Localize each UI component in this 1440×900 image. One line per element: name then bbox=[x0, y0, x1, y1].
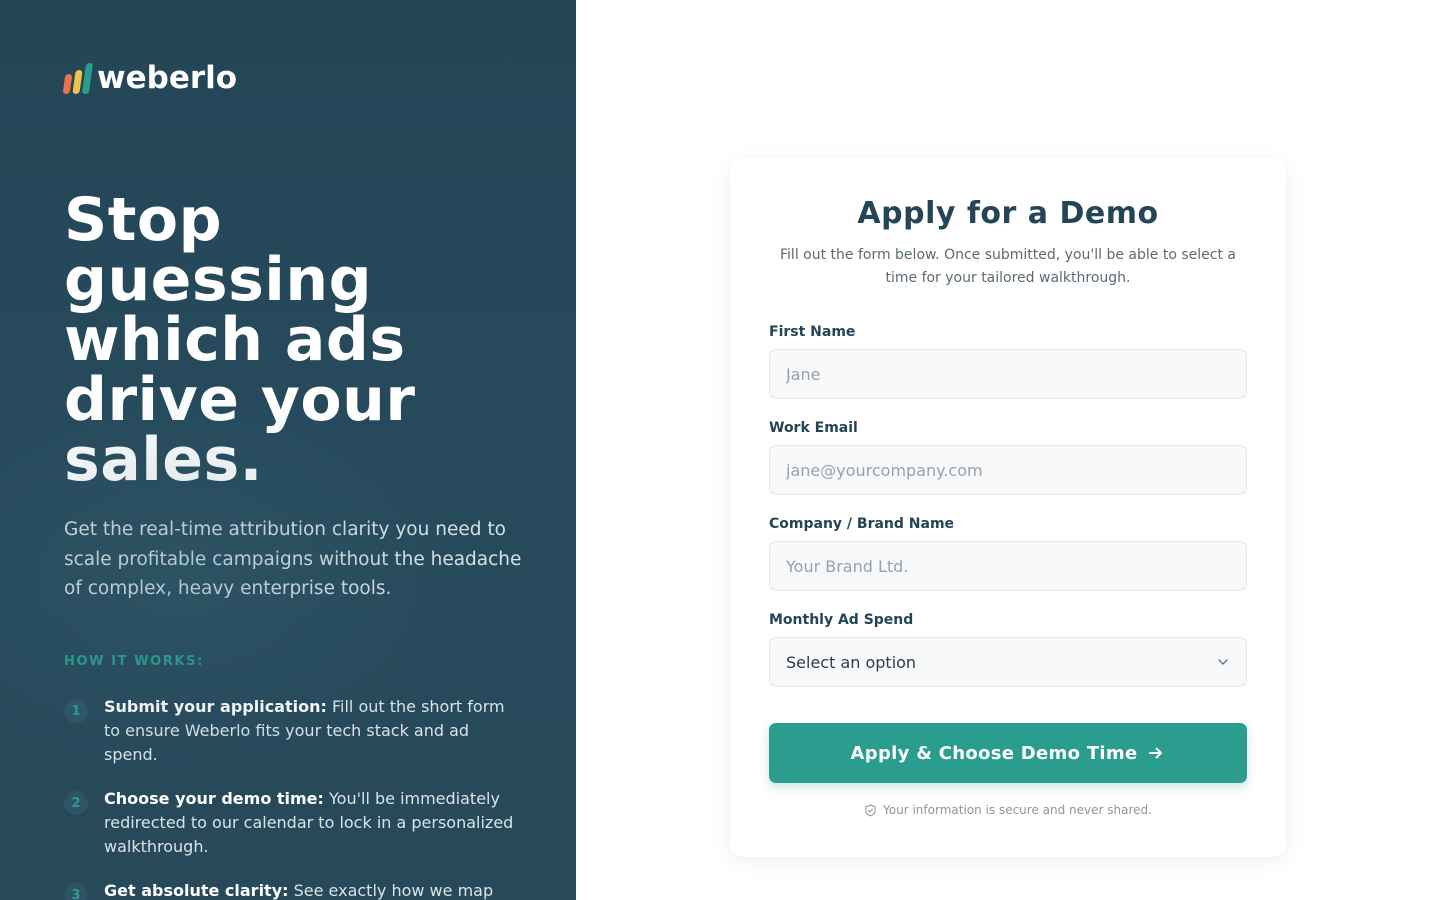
hero-title: Stop guessing which ads drive your sales… bbox=[64, 185, 416, 495]
brand-name: weberlo bbox=[97, 59, 238, 96]
chevron-down-icon bbox=[1218, 659, 1228, 665]
step-title: Submit your application: bbox=[104, 697, 327, 716]
step-text: Get absolute clarity: See exactly how we… bbox=[104, 879, 493, 900]
step-title: Choose your demo time: bbox=[104, 789, 324, 808]
step-number: 2 bbox=[64, 791, 88, 815]
first-name-input[interactable] bbox=[769, 349, 1247, 399]
secure-note-text: Your information is secure and never sha… bbox=[883, 803, 1152, 817]
form-subtitle: Fill out the form below. Once submitted,… bbox=[780, 247, 1236, 286]
hero-subtitle: Get the real-time attribution clarity yo… bbox=[64, 519, 522, 599]
submit-button-label: Apply & Choose Demo Time bbox=[850, 742, 1138, 764]
step-description: See exactly how we map bbox=[288, 881, 494, 900]
ad-spend-selected-value: Select an option bbox=[786, 652, 917, 672]
ad-spend-select[interactable]: Select an option bbox=[769, 637, 1247, 687]
brand-logo[interactable]: weberlo bbox=[62, 59, 238, 96]
step-text: Submit your application: Fill out the sh… bbox=[104, 695, 524, 767]
step-item: 2 Choose your demo time: You'll be immed… bbox=[64, 787, 524, 859]
work-email-input[interactable] bbox=[769, 445, 1247, 495]
arrow-right-icon bbox=[1149, 747, 1163, 759]
step-text: Choose your demo time: You'll be immedia… bbox=[104, 787, 524, 859]
apply-submit-button[interactable]: Apply & Choose Demo Time bbox=[769, 723, 1247, 783]
step-item: 3 Get absolute clarity: See exactly how … bbox=[64, 879, 524, 900]
demo-form: Apply for a Demo Fill out the form below… bbox=[730, 158, 1286, 857]
logo-bars-icon bbox=[62, 62, 94, 94]
company-label: Company / Brand Name bbox=[769, 516, 955, 532]
company-input[interactable] bbox=[769, 541, 1247, 591]
hero-panel: weberlo Stop guessing which ads drive yo… bbox=[0, 0, 576, 900]
work-email-label: Work Email bbox=[769, 420, 858, 436]
shield-check-icon bbox=[865, 804, 876, 816]
step-item: 1 Submit your application: Fill out the … bbox=[64, 695, 524, 767]
step-number: 3 bbox=[64, 883, 88, 900]
ad-spend-label: Monthly Ad Spend bbox=[769, 612, 914, 628]
how-it-works-steps: 1 Submit your application: Fill out the … bbox=[64, 695, 524, 900]
form-title: Apply for a Demo bbox=[857, 196, 1159, 231]
step-title: Get absolute clarity: bbox=[104, 881, 289, 900]
step-number: 1 bbox=[64, 699, 88, 723]
first-name-label: First Name bbox=[769, 324, 856, 340]
how-it-works-label: HOW IT WORKS: bbox=[64, 654, 204, 669]
secure-note: Your information is secure and never sha… bbox=[730, 803, 1286, 817]
